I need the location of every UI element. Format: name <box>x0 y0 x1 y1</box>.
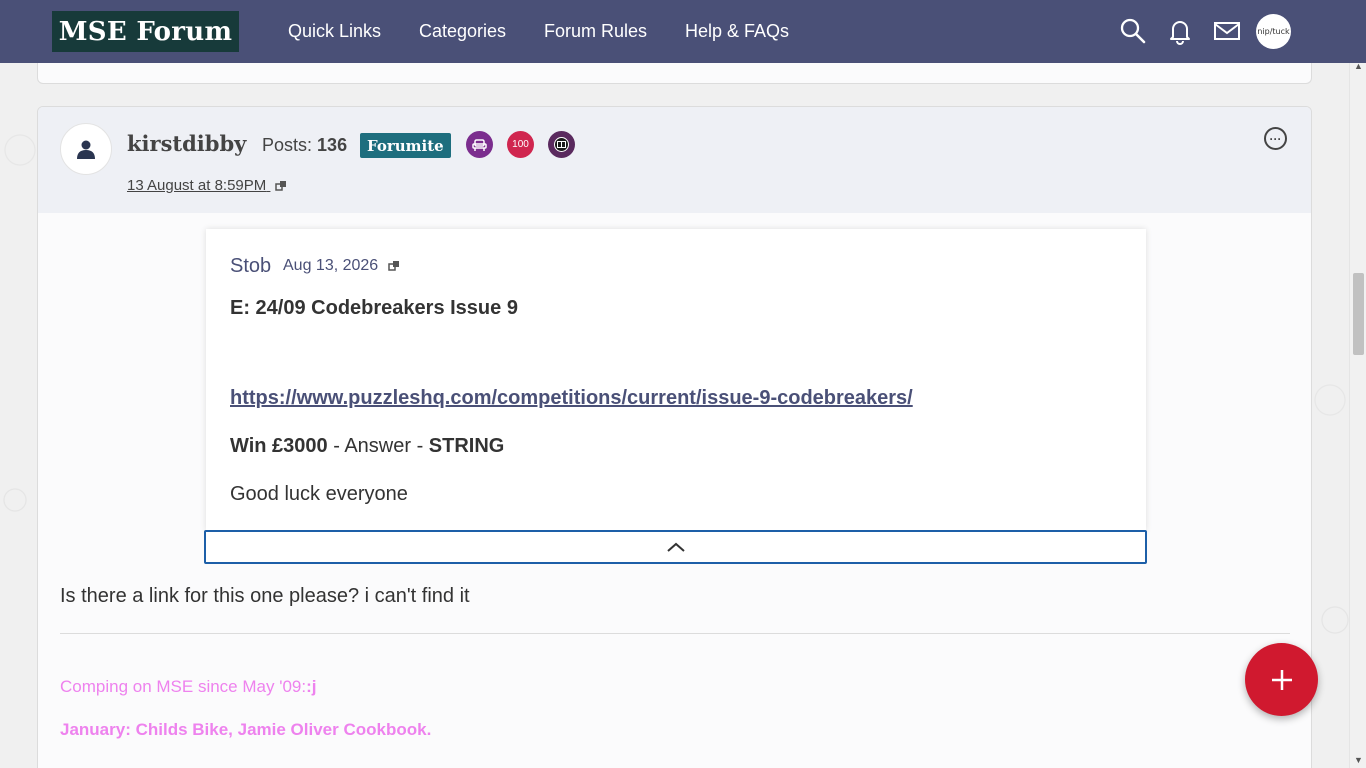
nav-help-faqs[interactable]: Help & FAQs <box>685 21 789 42</box>
nav-categories[interactable]: Categories <box>419 21 506 42</box>
post-date-text[interactable]: 13 August at 8:59PM <box>127 177 266 194</box>
quote-date-link[interactable]: Aug 13, 2026 <box>283 257 400 275</box>
new-post-fab-button[interactable] <box>1245 643 1318 716</box>
search-icon[interactable] <box>1119 17 1147 45</box>
quote-answer-value: STRING <box>428 435 505 457</box>
quote-answer-label: - Answer - <box>327 435 429 457</box>
quote-title: E: 24/09 Codebreakers Issue 9 <box>230 297 518 319</box>
signature-line-2: January: Childs Bike, Jamie Oliver Cookb… <box>60 720 432 739</box>
posts-label: Posts: <box>262 135 313 155</box>
scroll-up-arrow-icon[interactable]: ▲ <box>1350 57 1366 74</box>
armchair-badge-icon[interactable] <box>466 131 493 158</box>
page-scrollbar[interactable]: ▲ ▼ <box>1349 61 1366 768</box>
post-card: kirstdibby Posts: 136 Forumite 100 13 Au… <box>37 106 1312 768</box>
scrollbar-thumb[interactable] <box>1353 273 1364 355</box>
ellipsis-icon: ··· <box>1269 131 1282 146</box>
quote-win-amount: Win £3000 <box>230 435 328 457</box>
post-header: kirstdibby Posts: 136 Forumite 100 13 Au… <box>38 107 1311 213</box>
post-count: Posts: 136 <box>262 135 347 156</box>
signature-line-1-text: Comping on MSE since May '09: <box>60 677 307 696</box>
quote-permalink-icon[interactable] <box>387 260 400 272</box>
top-nav-bar: MSE Forum Quick Links Categories Forum R… <box>0 0 1366 63</box>
signature-line-1-bold: :j <box>306 677 317 696</box>
site-logo[interactable]: MSE Forum <box>52 11 239 52</box>
100-posts-badge-icon[interactable]: 100 <box>507 131 534 158</box>
post-date-link[interactable]: 13 August at 8:59PM <box>127 177 287 194</box>
quote-link[interactable]: https://www.puzzleshq.com/competitions/c… <box>230 387 913 410</box>
user-silhouette-icon <box>77 140 95 159</box>
post-body-text: Is there a link for this one please? i c… <box>60 585 470 607</box>
film-badge-icon[interactable] <box>548 131 575 158</box>
posts-count-value: 136 <box>317 135 348 155</box>
signature-divider <box>60 633 1290 634</box>
signature-line-1: Comping on MSE since May '09::j <box>60 677 316 697</box>
scroll-down-arrow-icon[interactable]: ▼ <box>1350 751 1366 768</box>
plus-icon <box>1271 669 1292 690</box>
quote-block: Stob Aug 13, 2026 E: 24/09 Codebreakers … <box>206 229 1146 531</box>
quote-author[interactable]: Stob <box>230 255 271 278</box>
nav-forum-rules[interactable]: Forum Rules <box>544 21 647 42</box>
post-username[interactable]: kirstdibby <box>127 131 246 156</box>
quote-good-luck: Good luck everyone <box>230 483 408 505</box>
bell-icon[interactable] <box>1166 17 1194 45</box>
quote-date-text[interactable]: Aug 13, 2026 <box>283 257 378 274</box>
collapse-quote-button[interactable] <box>204 530 1147 564</box>
rank-badge: Forumite <box>360 133 451 158</box>
user-avatar[interactable] <box>60 123 112 175</box>
chevron-up-icon <box>666 542 685 552</box>
100-badge-label: 100 <box>512 139 529 150</box>
nav-quick-links[interactable]: Quick Links <box>288 21 381 42</box>
user-avatar-menu[interactable]: nip/tuck <box>1256 14 1291 49</box>
quote-answer-line: Win £3000 - Answer - STRING <box>230 435 504 458</box>
envelope-icon[interactable] <box>1213 17 1241 45</box>
post-options-button[interactable]: ··· <box>1264 127 1287 150</box>
permalink-icon[interactable] <box>275 180 287 192</box>
